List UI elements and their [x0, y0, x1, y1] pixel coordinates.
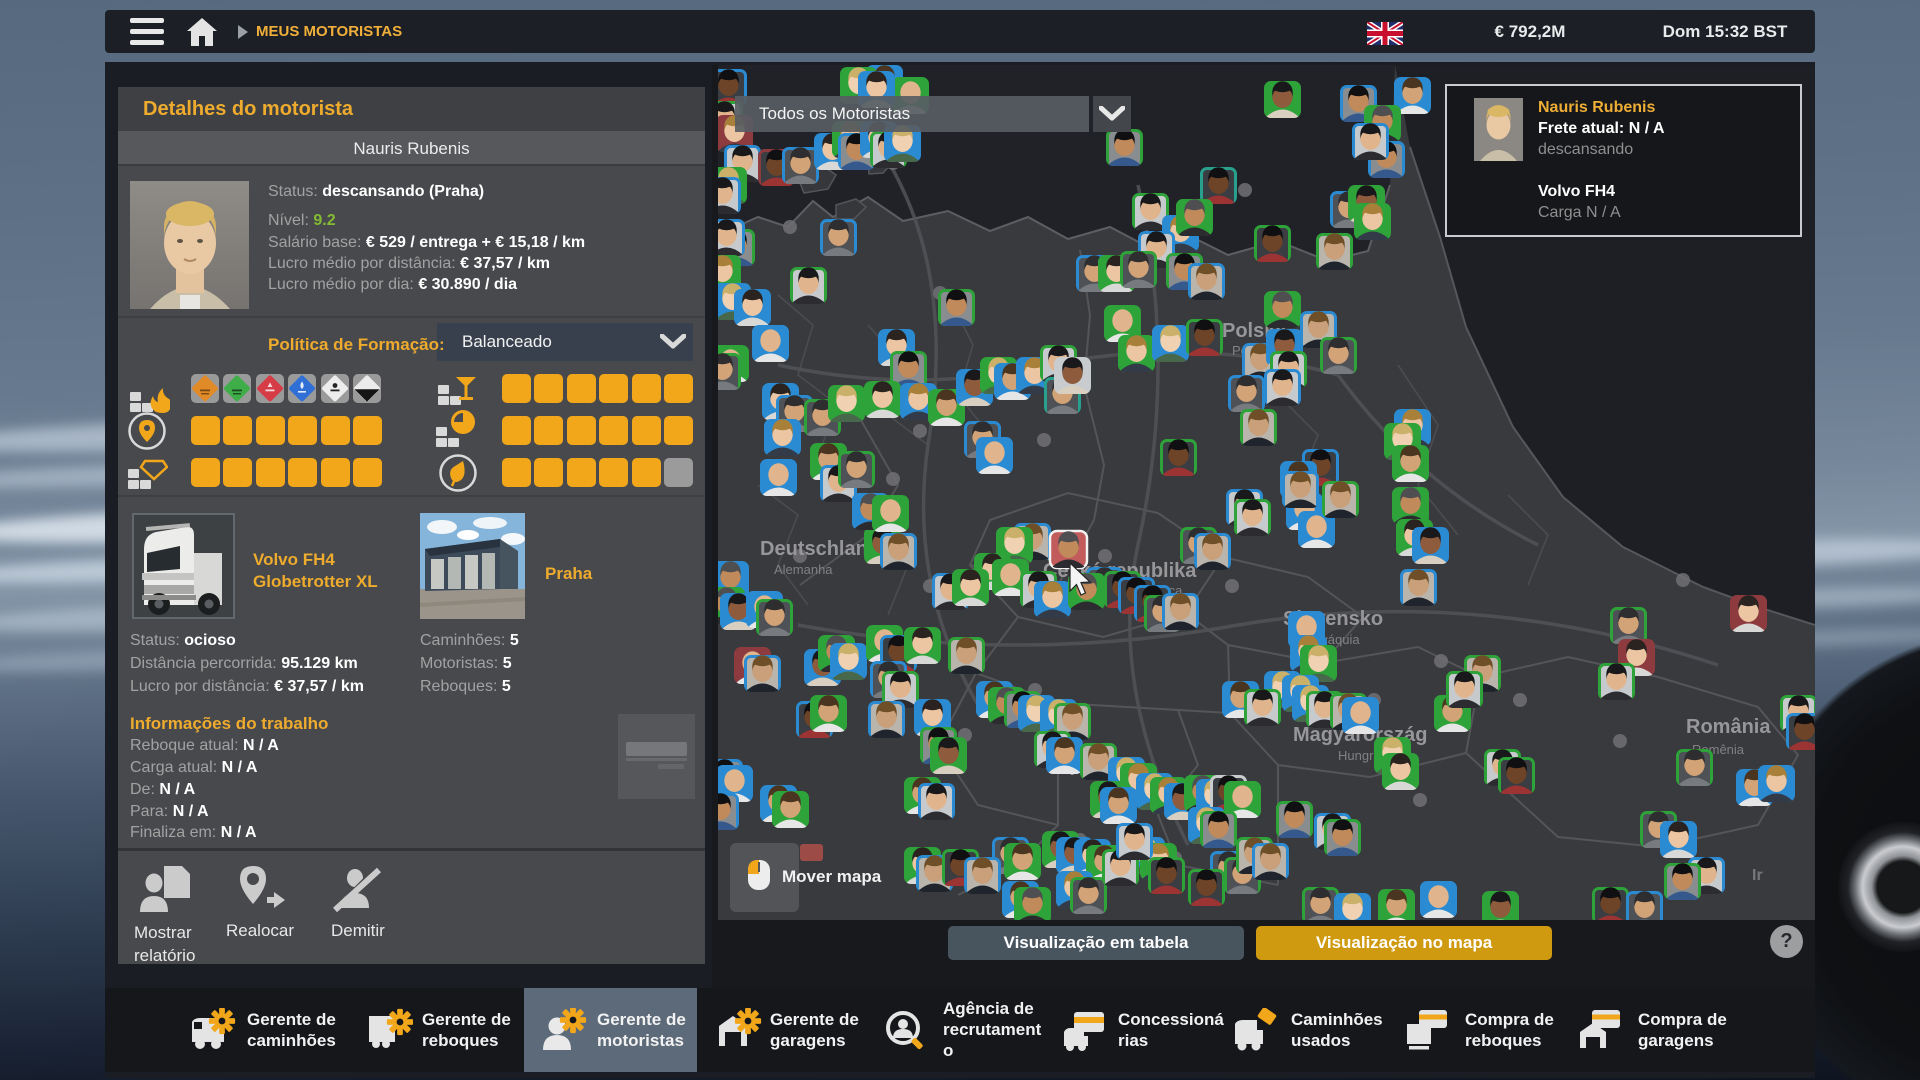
- svg-text:Deutschland: Deutschland: [760, 538, 880, 560]
- svg-text:Alemanha: Alemanha: [774, 562, 833, 577]
- svg-text:România: România: [1686, 716, 1771, 738]
- svg-text:Ir: Ir: [1752, 867, 1763, 884]
